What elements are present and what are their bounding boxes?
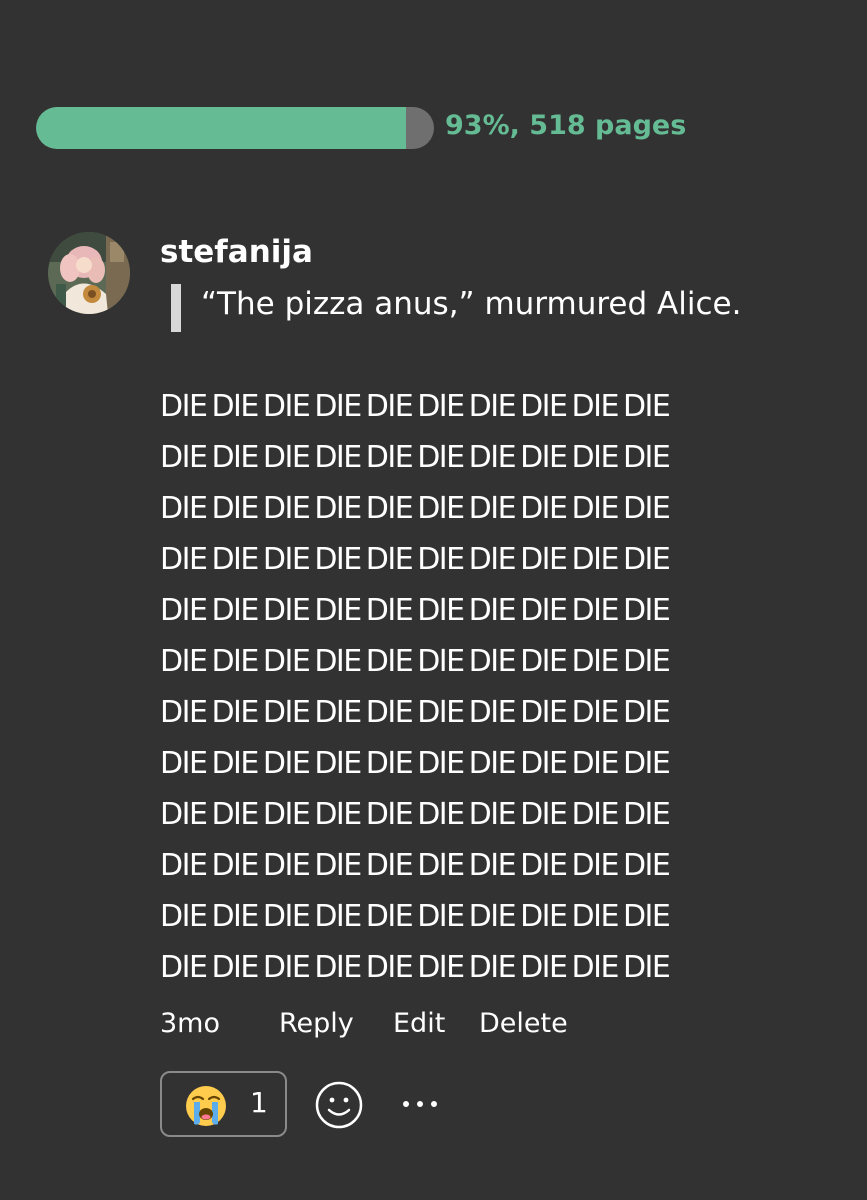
delete-button[interactable]: Delete [479, 1008, 568, 1039]
comment-body-line: DIE DIE DIE DIE DIE DIE DIE DIE DIE DIE [160, 746, 671, 781]
user-avatar[interactable] [48, 232, 130, 314]
comment-body-line: DIE DIE DIE DIE DIE DIE DIE DIE DIE DIE [160, 542, 671, 577]
comment-timestamp: 3mo [160, 1008, 220, 1039]
reaction-count: 1 [250, 1086, 268, 1119]
comment-body-line: DIE DIE DIE DIE DIE DIE DIE DIE DIE DIE [160, 644, 671, 679]
comment-body-line: DIE DIE DIE DIE DIE DIE DIE DIE DIE DIE [160, 848, 671, 883]
reading-progress-fill [36, 107, 407, 149]
reply-button[interactable]: Reply [279, 1008, 354, 1039]
comment-body-line: DIE DIE DIE DIE DIE DIE DIE DIE DIE DIE [160, 593, 671, 628]
comment-body-line: DIE DIE DIE DIE DIE DIE DIE DIE DIE DIE [160, 899, 671, 934]
comment-quote: “The pizza anus,” murmured Alice. [201, 286, 742, 322]
ellipsis-icon[interactable] [398, 1090, 446, 1118]
quote-bar [171, 284, 181, 332]
reading-progress-bar [36, 107, 434, 149]
loudly-crying-face-emoji [186, 1086, 226, 1126]
comment-body-line: DIE DIE DIE DIE DIE DIE DIE DIE DIE DIE [160, 797, 671, 832]
comment-body-line: DIE DIE DIE DIE DIE DIE DIE DIE DIE DIE [160, 389, 671, 424]
comment-username[interactable]: stefanija [160, 234, 313, 270]
smiley-face-icon[interactable] [314, 1080, 364, 1130]
comment-body-line: DIE DIE DIE DIE DIE DIE DIE DIE DIE DIE [160, 695, 671, 730]
reaction-chip[interactable]: 1 [160, 1071, 287, 1137]
comment-body-line: DIE DIE DIE DIE DIE DIE DIE DIE DIE DIE [160, 950, 671, 985]
comment-body-line: DIE DIE DIE DIE DIE DIE DIE DIE DIE DIE [160, 491, 671, 526]
comment-body-line: DIE DIE DIE DIE DIE DIE DIE DIE DIE DIE [160, 440, 671, 475]
edit-button[interactable]: Edit [393, 1008, 445, 1039]
reading-progress-label: 93%, 518 pages [445, 110, 687, 141]
